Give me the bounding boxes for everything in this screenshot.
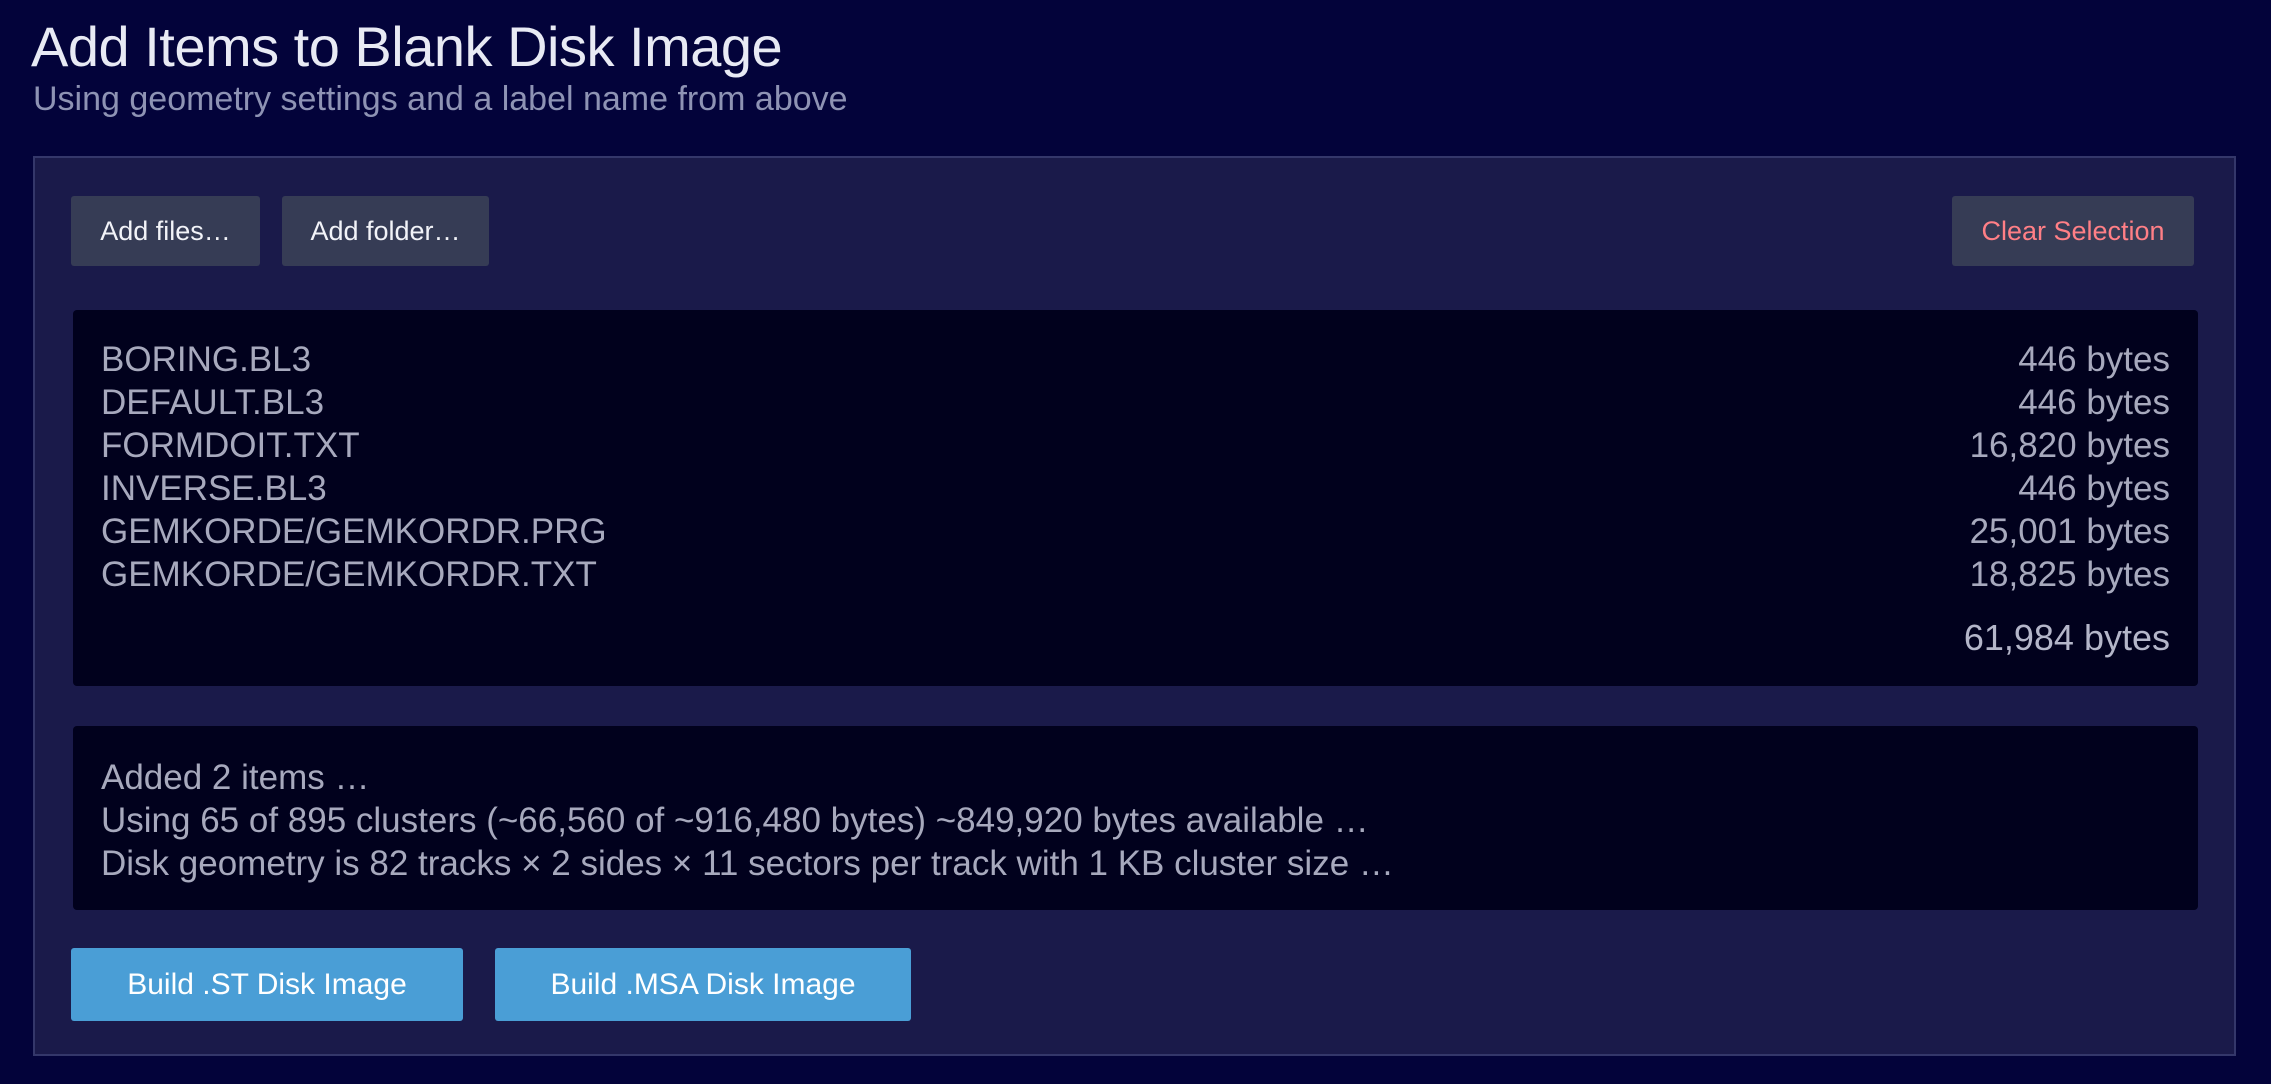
build-st-button[interactable]: Build .ST Disk Image xyxy=(71,948,463,1021)
build-msa-button[interactable]: Build .MSA Disk Image xyxy=(495,948,911,1021)
file-row: GEMKORDE/GEMKORDR.TXT 18,825 bytes xyxy=(101,553,2170,596)
status-log: Added 2 items … Using 65 of 895 clusters… xyxy=(73,726,2198,910)
file-row: DEFAULT.BL3 446 bytes xyxy=(101,381,2170,424)
file-row: BORING.BL3 446 bytes xyxy=(101,338,2170,381)
status-line: Added 2 items … xyxy=(101,758,370,797)
total-size: 61,984 bytes xyxy=(1963,617,2170,658)
file-size: 446 bytes xyxy=(2018,383,2170,422)
status-line: Using 65 of 895 clusters (~66,560 of ~91… xyxy=(101,801,1369,840)
file-list: BORING.BL3 446 bytes DEFAULT.BL3 446 byt… xyxy=(73,310,2198,686)
file-row: INVERSE.BL3 446 bytes xyxy=(101,467,2170,510)
file-size: 16,820 bytes xyxy=(1969,426,2170,465)
file-name: GEMKORDE/GEMKORDR.TXT xyxy=(101,555,597,594)
file-size: 446 bytes xyxy=(2018,340,2170,379)
file-name: BORING.BL3 xyxy=(101,340,312,379)
status-line: Disk geometry is 82 tracks × 2 sides × 1… xyxy=(101,844,1394,883)
file-size: 18,825 bytes xyxy=(1969,555,2170,594)
clear-selection-button[interactable]: Clear Selection xyxy=(1952,196,2194,266)
file-size: 446 bytes xyxy=(2018,469,2170,508)
file-name: DEFAULT.BL3 xyxy=(101,383,325,422)
add-items-panel: Add files… Add folder… Clear Selection B… xyxy=(33,156,2236,1056)
file-name: GEMKORDE/GEMKORDR.PRG xyxy=(101,512,607,551)
file-size: 25,001 bytes xyxy=(1969,512,2170,551)
add-folder-button[interactable]: Add folder… xyxy=(282,196,489,266)
page-title: Add Items to Blank Disk Image xyxy=(31,15,783,78)
file-row: GEMKORDE/GEMKORDR.PRG 25,001 bytes xyxy=(101,510,2170,553)
file-name: FORMDOIT.TXT xyxy=(101,426,360,465)
add-files-button[interactable]: Add files… xyxy=(71,196,260,266)
file-row: FORMDOIT.TXT 16,820 bytes xyxy=(101,424,2170,467)
page-subtitle: Using geometry settings and a label name… xyxy=(33,80,848,118)
file-name: INVERSE.BL3 xyxy=(101,469,327,508)
